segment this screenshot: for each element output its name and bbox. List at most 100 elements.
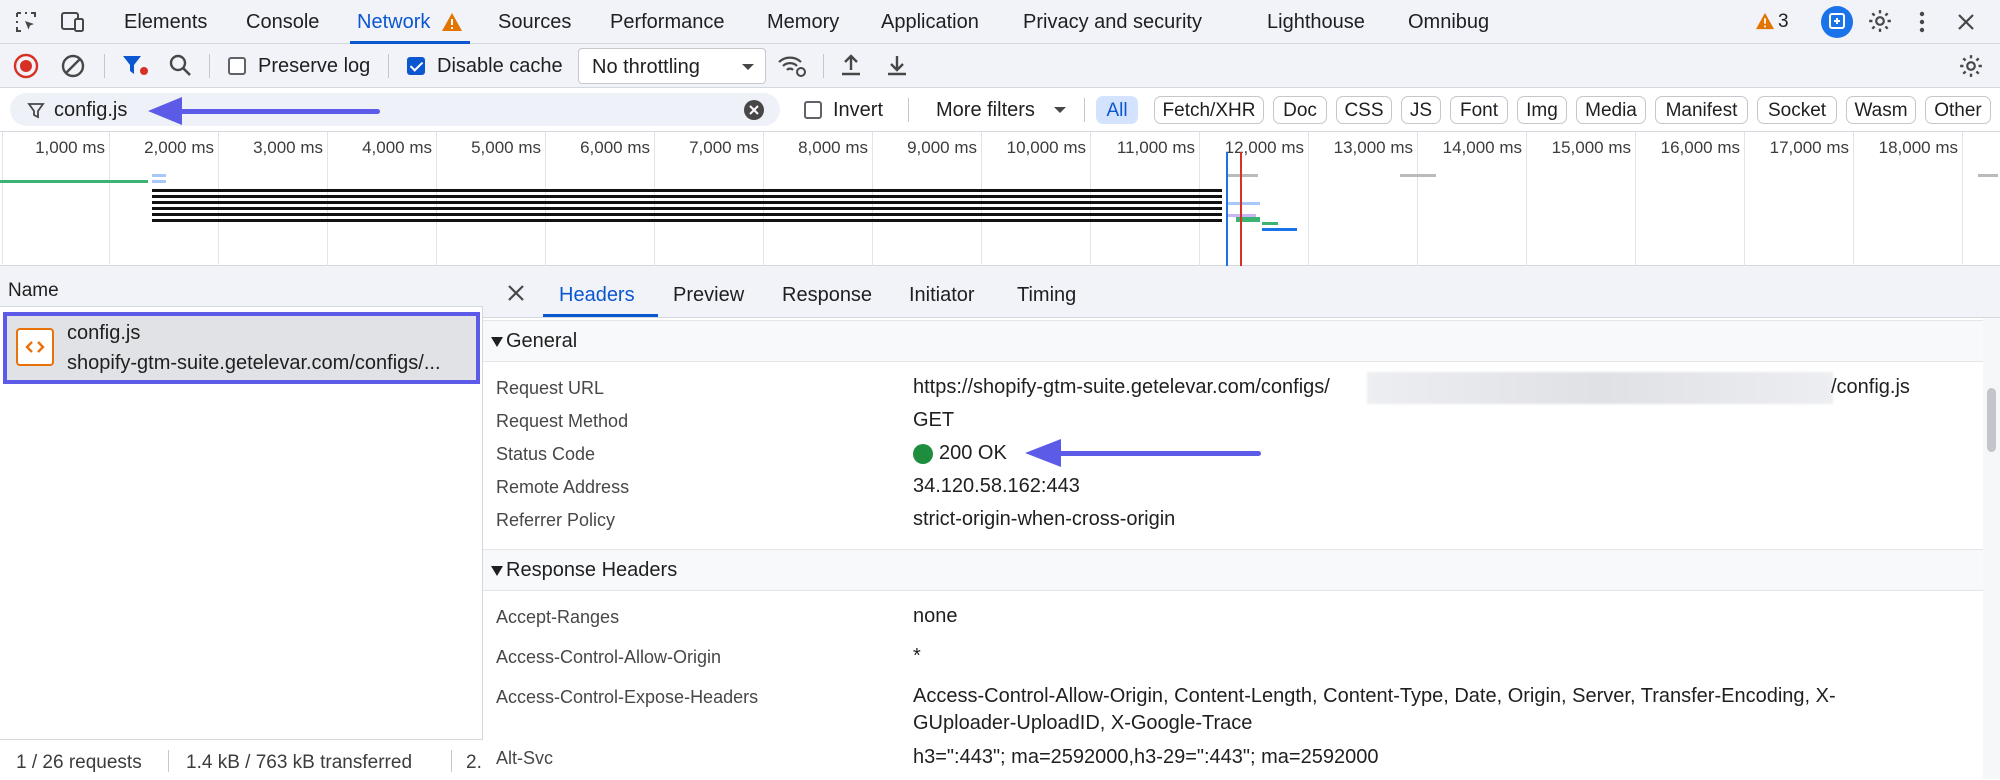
request-list-header: Name xyxy=(0,266,483,307)
close-devtools-icon[interactable] xyxy=(1956,12,1976,32)
status-code-value: 200 OK xyxy=(939,442,1007,464)
request-url: shopify-gtm-suite.getelevar.com/configs/… xyxy=(67,352,441,374)
timeline-tick-label: 12,000 ms xyxy=(1224,138,1304,157)
timeline-gridline xyxy=(1744,132,1745,266)
disable-cache-label[interactable]: Disable cache xyxy=(437,55,563,78)
tab-privacy-security[interactable]: Privacy and security xyxy=(1023,11,1202,34)
type-filter-js[interactable]: JS xyxy=(1401,96,1441,124)
preserve-log-label[interactable]: Preserve log xyxy=(258,55,370,78)
timeline-tick-label: 4,000 ms xyxy=(362,138,432,157)
clear-icon[interactable] xyxy=(60,53,86,79)
timeline-tick-label: 16,000 ms xyxy=(1660,138,1740,157)
tab-lighthouse[interactable]: Lighthouse xyxy=(1267,11,1365,34)
timeline-gridline xyxy=(1199,132,1200,266)
timeline-gridline xyxy=(763,132,764,266)
timeline-bar xyxy=(1262,222,1278,225)
timeline-bar xyxy=(152,219,1222,222)
timeline-bar xyxy=(1400,174,1436,177)
scrollbar-thumb[interactable] xyxy=(1987,388,1996,452)
export-har-icon[interactable] xyxy=(885,52,909,78)
type-filter-socket[interactable]: Socket xyxy=(1757,96,1837,124)
timeline-bar xyxy=(152,207,1222,210)
type-filter-all[interactable]: All xyxy=(1096,96,1138,124)
clear-filter-icon[interactable] xyxy=(743,99,765,121)
dom-content-loaded-marker xyxy=(1226,152,1228,266)
toolbar-divider xyxy=(823,54,824,78)
filter-funnel-icon[interactable] xyxy=(121,53,149,79)
details-scrollbar[interactable] xyxy=(1983,318,2000,779)
inspect-element-icon[interactable] xyxy=(14,10,38,34)
type-filter-font[interactable]: Font xyxy=(1450,96,1508,124)
timeline-tick-label: 7,000 ms xyxy=(689,138,759,157)
type-filter-other[interactable]: Other xyxy=(1925,96,1991,124)
timeline-gridline xyxy=(1962,132,1963,266)
network-toolbar: Preserve log Disable cache No throttling xyxy=(0,44,2000,88)
timeline-tick-label: 1,000 ms xyxy=(35,138,105,157)
filter-input[interactable]: config.js xyxy=(10,93,780,126)
type-filter-fetch-xhr[interactable]: Fetch/XHR xyxy=(1154,96,1264,124)
tab-response[interactable]: Response xyxy=(782,284,872,307)
general-section-title: General xyxy=(506,330,578,352)
name-column-header[interactable]: Name xyxy=(8,280,59,302)
timeline-bar xyxy=(1228,174,1258,177)
more-options-icon[interactable] xyxy=(1917,10,1927,34)
tab-elements[interactable]: Elements xyxy=(124,11,207,34)
annotation-arrow-line xyxy=(1041,451,1261,456)
response-headers-section-header[interactable]: Response Headers xyxy=(483,549,1983,591)
invert-label[interactable]: Invert xyxy=(833,99,883,122)
accept-ranges-value: none xyxy=(913,605,958,627)
status-divider xyxy=(168,750,169,772)
acao-value: * xyxy=(913,645,921,667)
tab-performance[interactable]: Performance xyxy=(610,11,725,34)
type-filter-doc[interactable]: Doc xyxy=(1273,96,1327,124)
warnings-icon[interactable] xyxy=(1755,12,1775,30)
search-icon[interactable] xyxy=(168,53,192,77)
close-details-icon[interactable] xyxy=(507,284,525,302)
type-filter-img[interactable]: Img xyxy=(1517,96,1567,124)
timeline-tick-label: 15,000 ms xyxy=(1551,138,1631,157)
tab-application[interactable]: Application xyxy=(881,11,979,34)
chevron-down-icon xyxy=(1054,107,1066,113)
referrer-policy-value: strict-origin-when-cross-origin xyxy=(913,508,1176,530)
details-tabbar: Headers Preview Response Initiator Timin… xyxy=(483,266,2000,318)
tab-headers[interactable]: Headers xyxy=(559,284,635,307)
tab-initiator[interactable]: Initiator xyxy=(909,284,975,307)
tab-console[interactable]: Console xyxy=(246,11,319,34)
throttling-select[interactable]: No throttling xyxy=(578,48,766,84)
type-filter-wasm[interactable]: Wasm xyxy=(1846,96,1916,124)
tab-preview[interactable]: Preview xyxy=(673,284,744,307)
type-filter-css[interactable]: CSS xyxy=(1336,96,1392,124)
invert-checkbox[interactable] xyxy=(804,101,822,119)
request-url-suffix: /config.js xyxy=(1831,376,1910,398)
load-event-marker xyxy=(1240,152,1242,266)
request-row-config-js[interactable]: config.js shopify-gtm-suite.getelevar.co… xyxy=(3,312,480,384)
filter-value: config.js xyxy=(54,99,128,121)
import-har-icon[interactable] xyxy=(839,52,863,78)
timeline-bar xyxy=(152,174,166,177)
type-filter-media[interactable]: Media xyxy=(1576,96,1646,124)
tab-timing[interactable]: Timing xyxy=(1017,284,1076,307)
tab-network[interactable]: Network xyxy=(357,11,430,34)
timeline-tick-label: 11,000 ms xyxy=(1116,138,1195,157)
network-settings-icon[interactable] xyxy=(1958,53,1984,79)
more-filters-dropdown[interactable]: More filters xyxy=(936,99,1035,122)
tab-memory[interactable]: Memory xyxy=(767,11,839,34)
device-toolbar-icon[interactable] xyxy=(60,10,86,34)
timeline-overview[interactable]: 1,000 ms 2,000 ms 3,000 ms 4,000 ms 5,000 ms… xyxy=(0,132,2000,266)
type-filter-manifest[interactable]: Manifest xyxy=(1655,96,1748,124)
settings-icon[interactable] xyxy=(1867,8,1893,34)
feedback-icon[interactable] xyxy=(1820,5,1854,39)
chevron-down-icon xyxy=(742,64,754,70)
record-icon[interactable] xyxy=(13,53,39,79)
tab-omnibug[interactable]: Omnibug xyxy=(1408,11,1489,34)
network-conditions-icon[interactable] xyxy=(777,53,807,79)
preserve-log-checkbox[interactable] xyxy=(228,57,246,75)
tab-sources[interactable]: Sources xyxy=(498,11,571,34)
request-name: config.js xyxy=(67,322,141,344)
timeline-tick-label: 18,000 ms xyxy=(1878,138,1958,157)
alt-svc-label: Alt-Svc xyxy=(496,748,554,768)
status-bar: 1 / 26 requests 1.4 kB / 763 kB transfer… xyxy=(0,739,483,780)
disable-cache-checkbox[interactable] xyxy=(407,57,425,75)
general-section-header[interactable]: General xyxy=(483,320,1983,362)
warning-count[interactable]: 3 xyxy=(1778,11,1789,33)
